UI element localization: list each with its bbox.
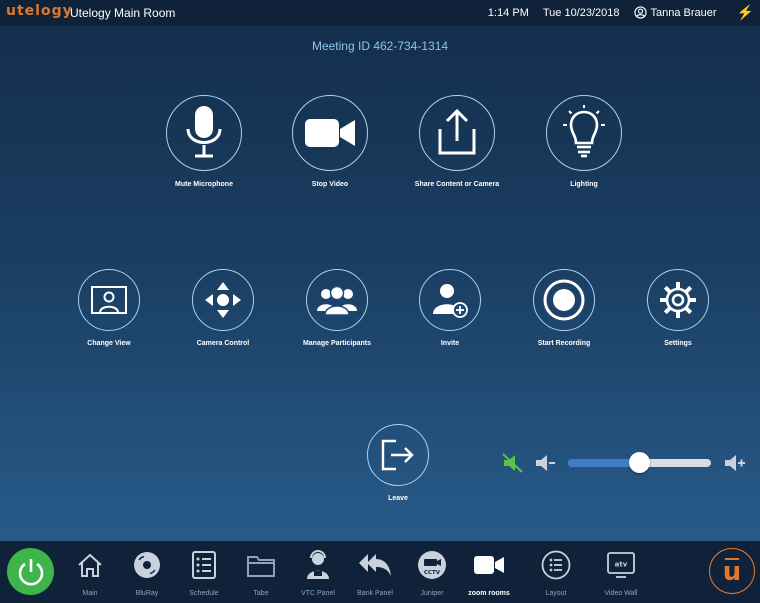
dpad-arrows-icon — [205, 282, 241, 318]
video-camera-icon — [305, 119, 355, 147]
lightning-bolt-icon: ⚡ — [736, 4, 754, 20]
brand-logo: utelogy — [6, 3, 73, 19]
nav-tabe[interactable]: Tabe — [233, 549, 289, 601]
power-icon — [18, 558, 43, 585]
nav-zoom-rooms[interactable]: zoom rooms — [461, 549, 517, 601]
mute-microphone-label: Mute Microphone — [175, 181, 233, 188]
lighting-button[interactable] — [546, 95, 622, 171]
stop-video-label: Stop Video — [311, 181, 349, 188]
nav-layout-label: Layout — [545, 590, 567, 597]
gear-icon — [660, 282, 696, 318]
lighting-label: Lighting — [570, 181, 598, 188]
svg-text:CCTV: CCTV — [424, 570, 441, 576]
share-content-button[interactable] — [419, 95, 495, 171]
clock-date: Tue 10/23/2018 — [542, 6, 620, 19]
invite-user-icon — [433, 284, 468, 318]
nav-tabe-label: Tabe — [253, 590, 269, 597]
manage-participants-label: Manage Participants — [302, 340, 372, 347]
nav-main-label: Main — [82, 590, 98, 597]
room-name: Utelogy Main Room — [70, 6, 176, 20]
volume-up-icon — [725, 455, 745, 471]
volume-up-button[interactable] — [723, 453, 747, 478]
nav-vtc-panel-label: VTC Panel — [301, 590, 335, 597]
leave-label: Leave — [388, 495, 408, 502]
video-camera-icon — [474, 556, 504, 574]
invite-button[interactable] — [419, 269, 481, 331]
operator-icon — [307, 550, 329, 579]
disc-icon — [134, 552, 160, 578]
nav-bluray-label: BluRay — [135, 590, 159, 597]
leave-exit-icon — [381, 439, 414, 471]
meeting-id: Meeting ID 462-734-1314 — [311, 39, 449, 53]
cctv-icon: CCTV — [418, 551, 446, 579]
lightbulb-icon — [563, 105, 605, 158]
layout-list-icon — [541, 550, 571, 580]
utelogy-logo-icon: u — [722, 557, 742, 587]
user-menu[interactable]: Tanna Brauer — [633, 6, 717, 19]
share-upload-icon — [438, 108, 476, 155]
nav-schedule-label: Schedule — [189, 590, 219, 597]
svg-text:atv: atv — [615, 561, 628, 569]
user-name: Tanna Brauer — [650, 6, 717, 19]
invite-label: Invite — [440, 340, 460, 347]
change-view-icon — [91, 286, 127, 314]
folder-icon — [247, 556, 275, 577]
manage-participants-button[interactable] — [306, 269, 368, 331]
speaker-mute-button[interactable] — [502, 453, 524, 478]
nav-schedule[interactable]: Schedule — [176, 549, 232, 601]
record-icon — [543, 279, 585, 321]
change-view-label: Change View — [87, 340, 131, 347]
nav-video-wall[interactable]: atv Video Wall — [593, 549, 649, 601]
nav-bank-panel-label: Bank Panel — [357, 590, 393, 597]
utelogy-logo-bar — [725, 558, 739, 560]
utelogy-logo-button[interactable]: u — [709, 548, 755, 594]
participants-icon — [317, 285, 357, 316]
home-icon — [78, 553, 102, 577]
nav-bank-panel[interactable]: Bank Panel — [347, 549, 403, 601]
volume-down-icon — [536, 455, 555, 471]
top-bar: utelogy Utelogy Main Room 1:14 PM Tue 10… — [0, 0, 760, 26]
atv-icon: atv — [607, 552, 635, 578]
nav-zoom-rooms-label: zoom rooms — [468, 590, 510, 597]
stop-video-button[interactable] — [292, 95, 368, 171]
clock-time: 1:14 PM — [487, 6, 529, 19]
reply-all-icon — [359, 554, 391, 576]
start-recording-button[interactable] — [533, 269, 595, 331]
volume-down-button[interactable] — [534, 453, 556, 478]
nav-video-wall-label: Video Wall — [604, 590, 638, 597]
nav-main[interactable]: Main — [62, 549, 118, 601]
status-area: 1:14 PM Tue 10/23/2018 Tanna Brauer ⚡ — [488, 4, 754, 21]
user-icon — [633, 6, 647, 19]
list-icon — [192, 551, 216, 579]
speaker-muted-icon — [502, 453, 523, 473]
nav-bluray[interactable]: BluRay — [119, 549, 175, 601]
nav-layout[interactable]: Layout — [528, 549, 584, 601]
settings-button[interactable] — [647, 269, 709, 331]
settings-label: Settings — [664, 340, 692, 347]
nav-juniper[interactable]: CCTV Juniper — [404, 549, 460, 601]
start-recording-label: Start Recording — [537, 340, 591, 347]
change-view-button[interactable] — [78, 269, 140, 331]
nav-juniper-label: Juniper — [420, 590, 444, 597]
power-button[interactable] — [7, 548, 54, 595]
mute-microphone-button[interactable] — [166, 95, 242, 171]
microphone-icon — [186, 106, 222, 158]
nav-vtc-panel[interactable]: VTC Panel — [290, 549, 346, 601]
camera-control-label: Camera Control — [196, 340, 250, 347]
camera-control-button[interactable] — [192, 269, 254, 331]
share-content-label: Share Content or Camera — [414, 181, 500, 188]
leave-button[interactable] — [367, 424, 429, 486]
volume-slider-thumb[interactable] — [629, 452, 650, 473]
